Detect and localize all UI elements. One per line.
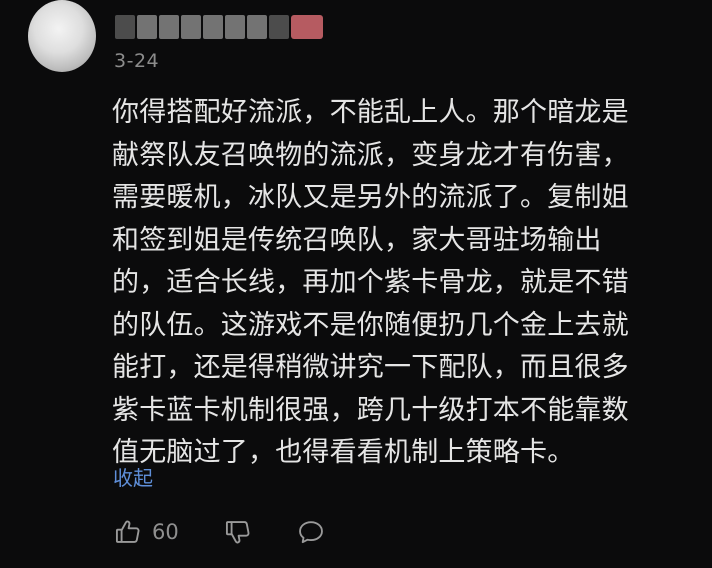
comment-line: 能打，还是得稍微讲究一下配队，而且很多 <box>112 352 629 383</box>
speech-bubble-icon <box>296 518 326 546</box>
username-blur-block <box>137 15 157 39</box>
comment-line: 需要暖机，冰队又是另外的流派了。复制姐 <box>112 182 629 213</box>
username-blurred[interactable] <box>115 14 327 40</box>
comment-line: 献祭队友召唤物的流派，变身龙才有伤害， <box>112 139 629 171</box>
avatar[interactable] <box>28 0 96 72</box>
comment-line: 和签到姐是传统召唤队，家大哥驻场输出 <box>112 224 602 256</box>
username-blur-block <box>159 15 179 39</box>
comment-line: 紫卡蓝卡机制很强，跨几十级打本不能靠数 <box>112 394 629 426</box>
thumbs-up-icon <box>114 518 142 546</box>
username-blur-block <box>247 15 267 39</box>
reply-button[interactable] <box>296 514 326 550</box>
comment-line: 值无脑过了，也得看看机制上策略卡。 <box>112 437 575 468</box>
comment-text: 你得搭配好流派，不能乱上人。那个暗龙是 献祭队友召唤物的流派，变身龙才有伤害， … <box>112 92 682 475</box>
comment-line: 你得搭配好流派，不能乱上人。那个暗龙是 <box>112 97 629 128</box>
username-blur-block <box>203 15 223 39</box>
thumbs-down-icon <box>224 518 252 546</box>
user-badge <box>291 15 323 39</box>
collapse-link[interactable]: 收起 <box>113 462 153 491</box>
username-blur-block <box>115 15 135 39</box>
comment-line: 的队伍。这游戏不是你随便扔几个金上去就 <box>112 309 629 341</box>
username-blur-block <box>181 15 201 39</box>
username-blur-block <box>225 15 245 39</box>
username-blur-block <box>269 15 289 39</box>
dislike-button[interactable] <box>224 514 252 550</box>
comment-actions: 60 <box>114 514 374 550</box>
comment-line: 的，适合长线，再加个紫卡骨龙，就是不错 <box>112 267 629 298</box>
like-button[interactable]: 60 <box>114 514 179 550</box>
comment-date: 3-24 <box>114 50 160 72</box>
like-count: 60 <box>152 520 179 544</box>
